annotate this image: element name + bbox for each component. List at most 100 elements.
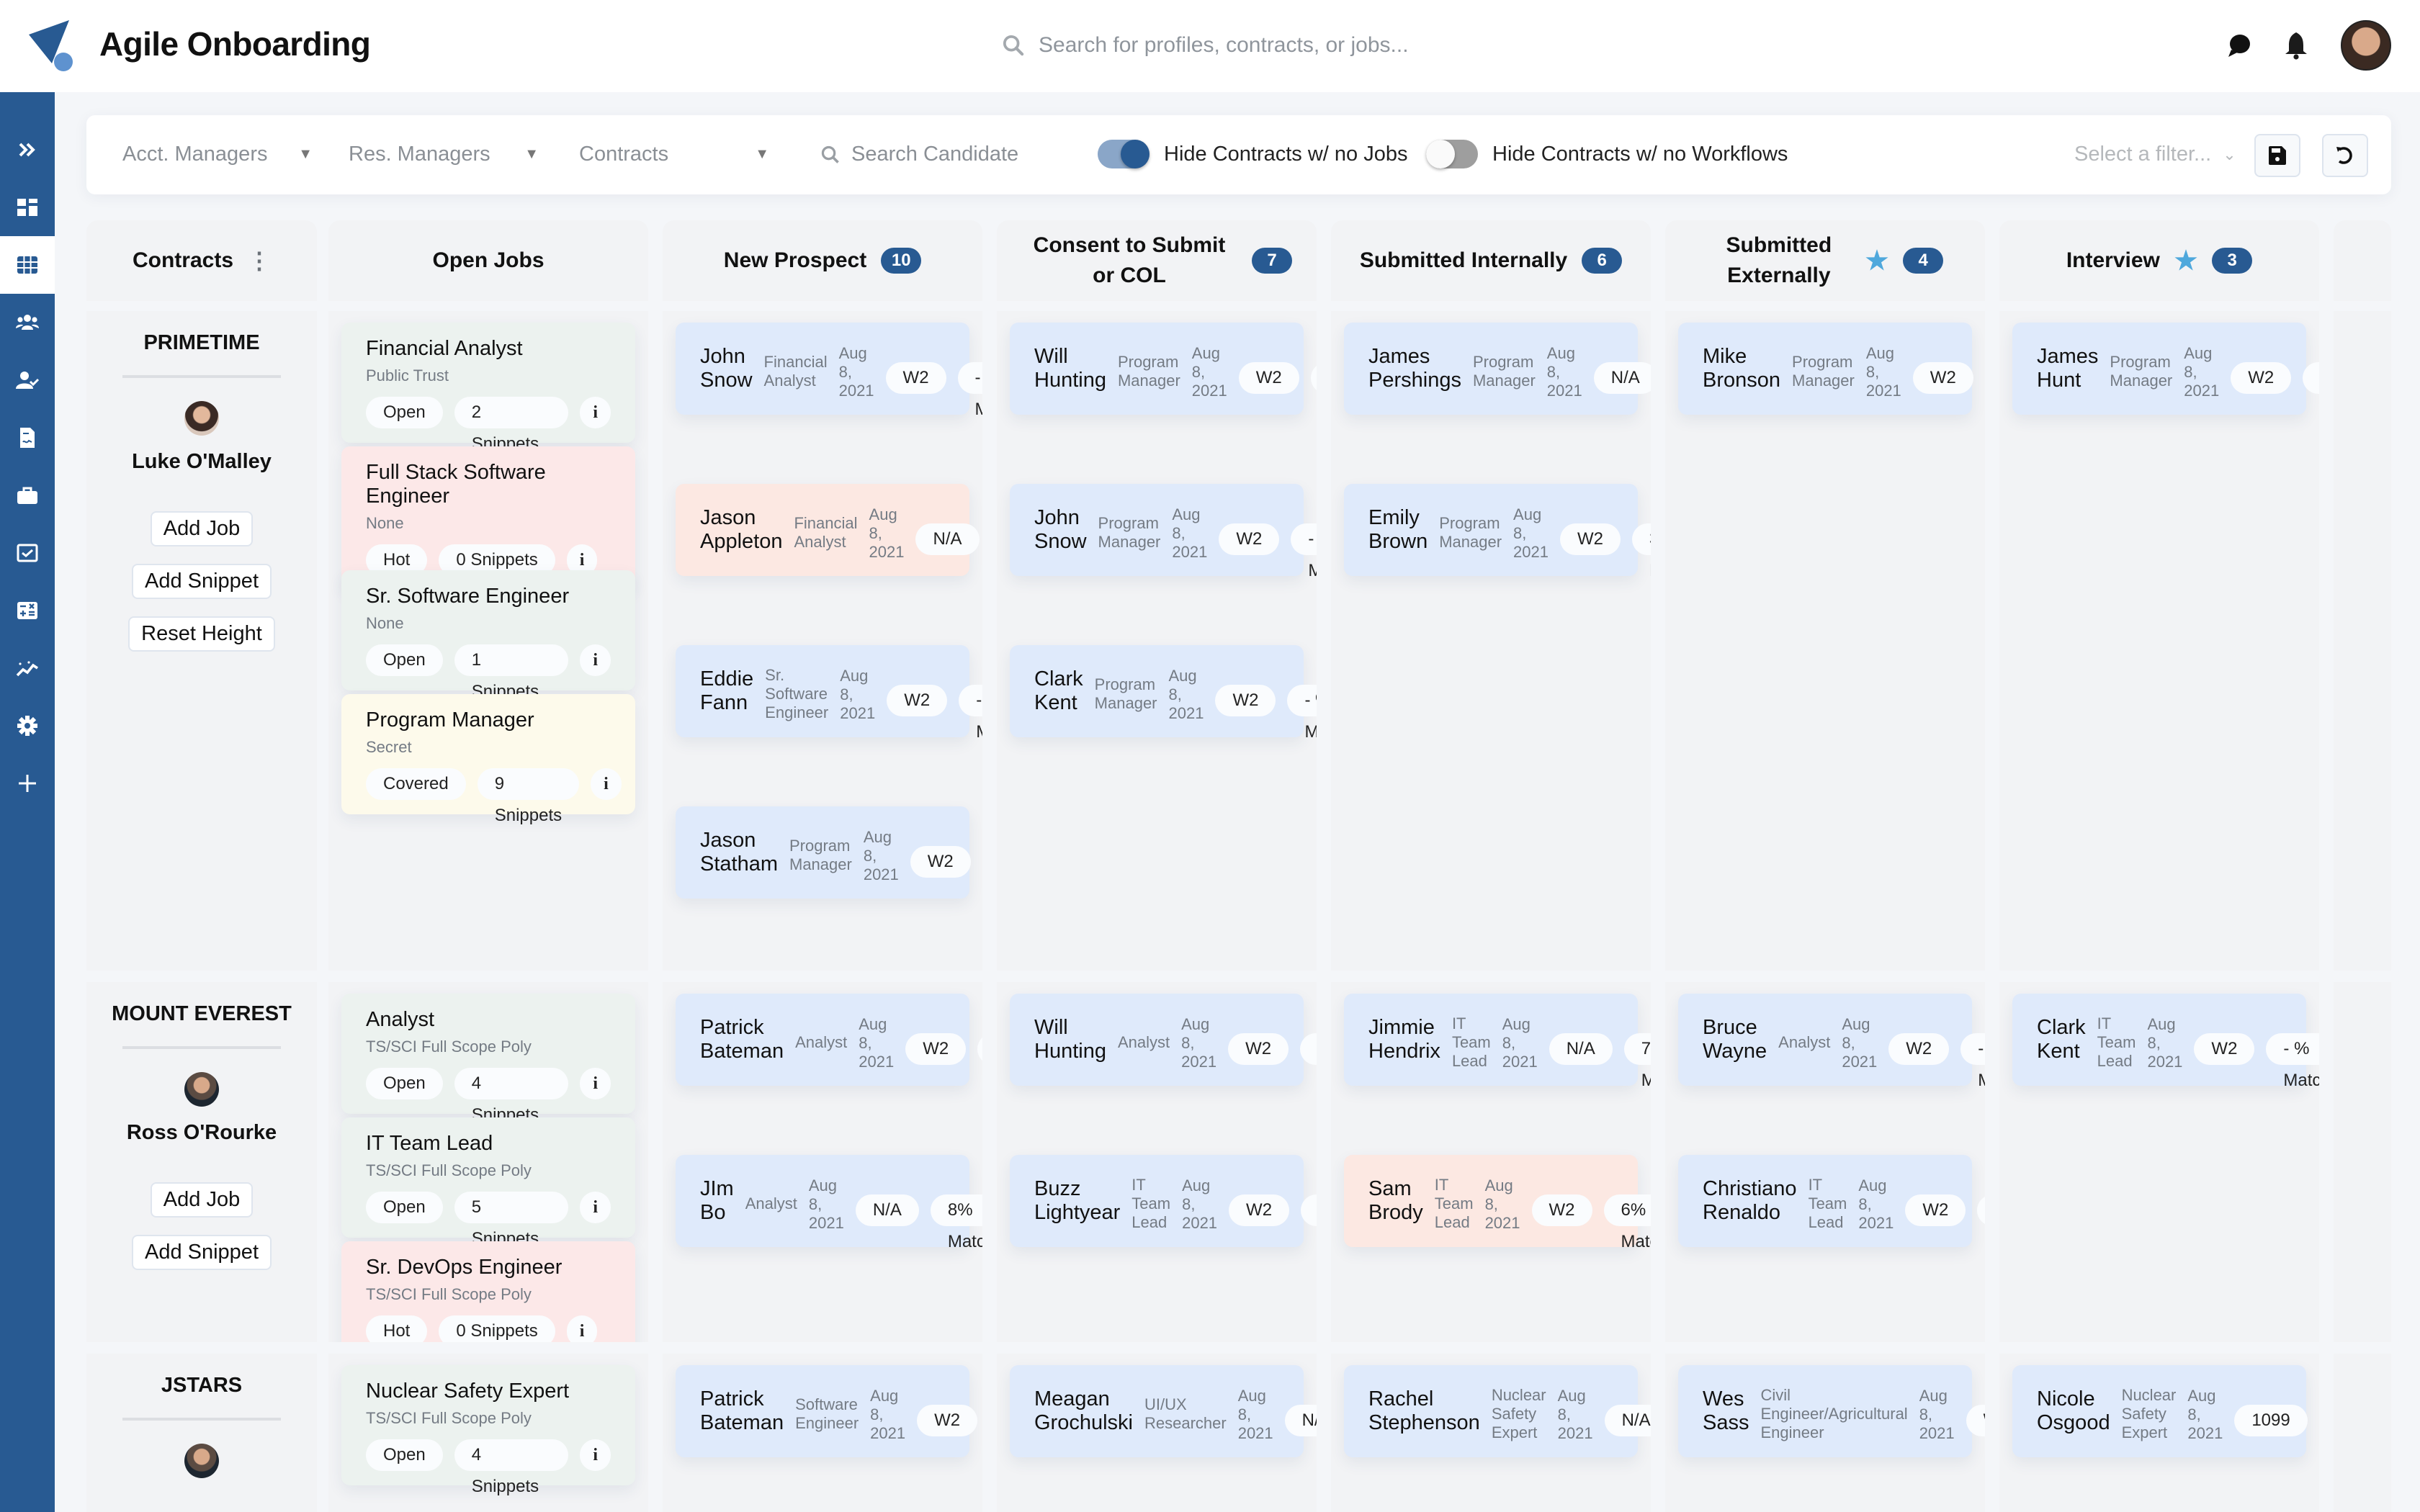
- job-card[interactable]: Analyst TS/SCI Full Scope Poly Open 4 Snipp…: [341, 994, 635, 1125]
- contract-name[interactable]: MOUNT EVEREST: [112, 1002, 292, 1026]
- add-snippet-button[interactable]: Add Snippet: [131, 564, 272, 599]
- global-search[interactable]: [1003, 32, 1502, 59]
- job-card[interactable]: Sr. Software Engineer None Open 1 Snippets i: [341, 570, 635, 701]
- info-icon[interactable]: i: [580, 644, 611, 676]
- snippets-pill[interactable]: 9 Snippets: [477, 768, 580, 825]
- info-icon[interactable]: i: [566, 1315, 598, 1342]
- sidebar-item-expand[interactable]: [0, 121, 55, 179]
- job-card[interactable]: Sr. DevOps Engineer TS/SCI Full Scope Pol…: [341, 1241, 635, 1342]
- candidate-card[interactable]: Will Hunting Program Manager Aug 8, 2021 W2…: [1010, 323, 1317, 415]
- job-status-pill[interactable]: Hot: [366, 1315, 428, 1342]
- star-icon[interactable]: ★: [1865, 246, 1888, 276]
- toggle-switch-off[interactable]: [1426, 140, 1478, 168]
- candidate-card[interactable]: Clark Kent Program Manager Aug 8, 2021 W2 - …: [1010, 645, 1317, 742]
- job-card[interactable]: Full Stack Software Engineer None Hot 0 Sni…: [341, 446, 635, 590]
- candidate-card[interactable]: Emily Brown Program Manager Aug 8, 2021 W2 3…: [1344, 484, 1651, 580]
- candidate-card[interactable]: Rachel Stephenson Nuclear Safety Expert Au…: [1344, 1365, 1651, 1457]
- candidate-card[interactable]: John Snow Financial Analyst Aug 8, 2021 W2-…: [676, 323, 982, 419]
- job-status-pill[interactable]: Open: [366, 397, 443, 428]
- candidate-card[interactable]: Jason Appleton Financial Analyst Aug 8, 20…: [676, 484, 980, 576]
- snippets-pill[interactable]: 5 Snippets: [454, 1192, 569, 1248]
- candidate-card[interactable]: Wes Sass Civil Engineer/Agricultural Engi…: [1678, 1365, 1985, 1457]
- search-candidate-field[interactable]: Search Candidate: [821, 143, 1018, 166]
- candidate-card[interactable]: Eddie Fann Sr. Software Engineer Aug 8, 20…: [676, 645, 982, 742]
- job-card[interactable]: Nuclear Safety Expert TS/SCI Full Scope P…: [341, 1365, 635, 1496]
- job-status-pill[interactable]: Open: [366, 644, 443, 676]
- sidebar-item-analytics[interactable]: [0, 639, 55, 697]
- job-card[interactable]: Program Manager Secret Covered 9 Snippets i: [341, 694, 635, 825]
- job-status-pill[interactable]: Open: [366, 1192, 443, 1223]
- candidate-card[interactable]: James Hunt Program Manager Aug 8, 2021 W2 - …: [2012, 323, 2319, 415]
- job-pills: Open 4 Snippets i: [366, 1068, 611, 1125]
- candidate-card[interactable]: JIm Bo Analyst Aug 8, 2021 N/A 8% Match: [676, 1155, 982, 1251]
- candidate-card[interactable]: Clark Kent IT Team Lead Aug 8, 2021 W2 - % M…: [2012, 994, 2319, 1090]
- info-icon[interactable]: i: [580, 1439, 611, 1471]
- stage-cell: Meagan Grochulski UI/UX Researcher Aug 8, …: [997, 1354, 1317, 1512]
- sidebar-item-candidates[interactable]: [0, 351, 55, 409]
- candidate-date: Aug 8, 2021: [2187, 1387, 2223, 1442]
- snippets-pill[interactable]: 1 Snippets: [454, 644, 569, 701]
- sidebar-item-settings[interactable]: [0, 697, 55, 755]
- candidate-card[interactable]: Will Hunting Analyst Aug 8, 2021 W2 - % Matc…: [1010, 994, 1317, 1086]
- user-avatar[interactable]: [2341, 20, 2391, 71]
- acct-managers-dropdown[interactable]: Acct. Managers ▼: [122, 143, 313, 166]
- candidate-card[interactable]: Jason Statham Program Manager Aug 8, 2021 W…: [676, 806, 982, 899]
- saved-filter-select[interactable]: Select a filter... ⌄: [2074, 143, 2236, 166]
- candidate-date: Aug 8, 2021: [1502, 1015, 1538, 1071]
- sidebar-item-calculator[interactable]: [0, 582, 55, 639]
- contract-name[interactable]: PRIMETIME: [143, 331, 259, 355]
- candidate-card[interactable]: Patrick Bateman Software Engineer Aug 8, 2…: [676, 1365, 978, 1457]
- snippets-pill[interactable]: 0 Snippets: [439, 1315, 555, 1342]
- global-search-input[interactable]: [1036, 32, 1502, 59]
- candidate-card[interactable]: Meagan Grochulski UI/UX Researcher Aug 8, …: [1010, 1365, 1317, 1457]
- sidebar-item-tasks[interactable]: [0, 524, 55, 582]
- add-snippet-button[interactable]: Add Snippet: [131, 1235, 272, 1270]
- snippets-pill[interactable]: 4 Snippets: [454, 1439, 569, 1496]
- sidebar-item-add[interactable]: [0, 755, 55, 812]
- candidate-card[interactable]: Sam Brody IT Team Lead Aug 8, 2021 W2 6% Mat…: [1344, 1155, 1651, 1251]
- candidate-card[interactable]: Buzz LightyearIT Team Lead Aug 8, 2021 W2 6…: [1010, 1155, 1317, 1247]
- stage-cell: Will Hunting Analyst Aug 8, 2021 W2 - % Matc…: [997, 982, 1317, 1342]
- res-managers-dropdown[interactable]: Res. Managers ▼: [349, 143, 539, 166]
- sidebar-item-contracts[interactable]: [0, 409, 55, 467]
- add-job-button[interactable]: Add Job: [150, 511, 254, 546]
- candidate-card[interactable]: Mike Bronson Program Manager Aug 8, 2021 W2…: [1678, 323, 1985, 415]
- kebab-menu-icon[interactable]: ⋮: [248, 246, 271, 276]
- bell-icon[interactable]: [2283, 31, 2309, 60]
- star-icon[interactable]: ★: [2174, 246, 2197, 276]
- reset-filter-button[interactable]: [2322, 134, 2368, 177]
- contract-name[interactable]: JSTARS: [161, 1374, 242, 1398]
- job-card[interactable]: IT Team Lead TS/SCI Full Scope Poly Open 5 …: [341, 1117, 635, 1248]
- info-icon[interactable]: i: [580, 1192, 611, 1223]
- sidebar-item-jobs[interactable]: [0, 467, 55, 524]
- hide-no-workflows-toggle[interactable]: Hide Contracts w/ no Workflows: [1426, 140, 1788, 168]
- sidebar-item-users[interactable]: [0, 294, 55, 351]
- job-card[interactable]: Financial Analyst Public Trust Open 2 Snipp…: [341, 323, 635, 454]
- snippets-pill[interactable]: 2 Snippets: [454, 397, 569, 454]
- candidate-card[interactable]: Jimmie Hendrix IT Team Lead Aug 8, 2021 N/A…: [1344, 994, 1651, 1090]
- candidate-card[interactable]: Nicole Osgood Nuclear Safety Expert Aug 8,…: [2012, 1365, 2319, 1457]
- reset-height-button[interactable]: Reset Height: [128, 616, 275, 652]
- hide-no-jobs-toggle[interactable]: Hide Contracts w/ no Jobs: [1098, 140, 1407, 168]
- job-status-pill[interactable]: Covered: [366, 768, 466, 800]
- job-status-pill[interactable]: Open: [366, 1439, 443, 1471]
- contracts-dropdown[interactable]: Contracts ▼: [579, 143, 769, 166]
- snippets-pill[interactable]: 4 Snippets: [454, 1068, 569, 1125]
- sidebar-item-board[interactable]: [0, 236, 55, 294]
- add-job-button[interactable]: Add Job: [150, 1182, 254, 1218]
- candidate-card[interactable]: Bruce Wayne Analyst Aug 8, 2021 W2 - % Match…: [1678, 994, 1985, 1090]
- candidate-card[interactable]: John Snow Program Manager Aug 8, 2021 W2 - %…: [1010, 484, 1317, 580]
- info-icon[interactable]: i: [580, 1068, 611, 1099]
- job-status-pill[interactable]: Open: [366, 1068, 443, 1099]
- info-icon[interactable]: i: [580, 397, 611, 428]
- toggle-switch-on[interactable]: [1098, 140, 1150, 168]
- info-icon[interactable]: i: [591, 768, 622, 800]
- search-candidate-placeholder[interactable]: Search Candidate: [851, 143, 1018, 166]
- candidate-card[interactable]: Christiano Renaldo IT Team Lead Aug 8, 202…: [1678, 1155, 1985, 1247]
- candidate-card[interactable]: James Pershings Program Manager Aug 8, 202…: [1344, 323, 1651, 415]
- save-filter-button[interactable]: [2254, 134, 2300, 177]
- sidebar-item-dashboard[interactable]: [0, 179, 55, 236]
- candidate-date: Aug 8, 2021: [1182, 1176, 1218, 1232]
- chat-icon[interactable]: [2226, 32, 2251, 58]
- candidate-card[interactable]: Patrick Bateman Analyst Aug 8, 2021 W2 3% Ma…: [676, 994, 982, 1086]
